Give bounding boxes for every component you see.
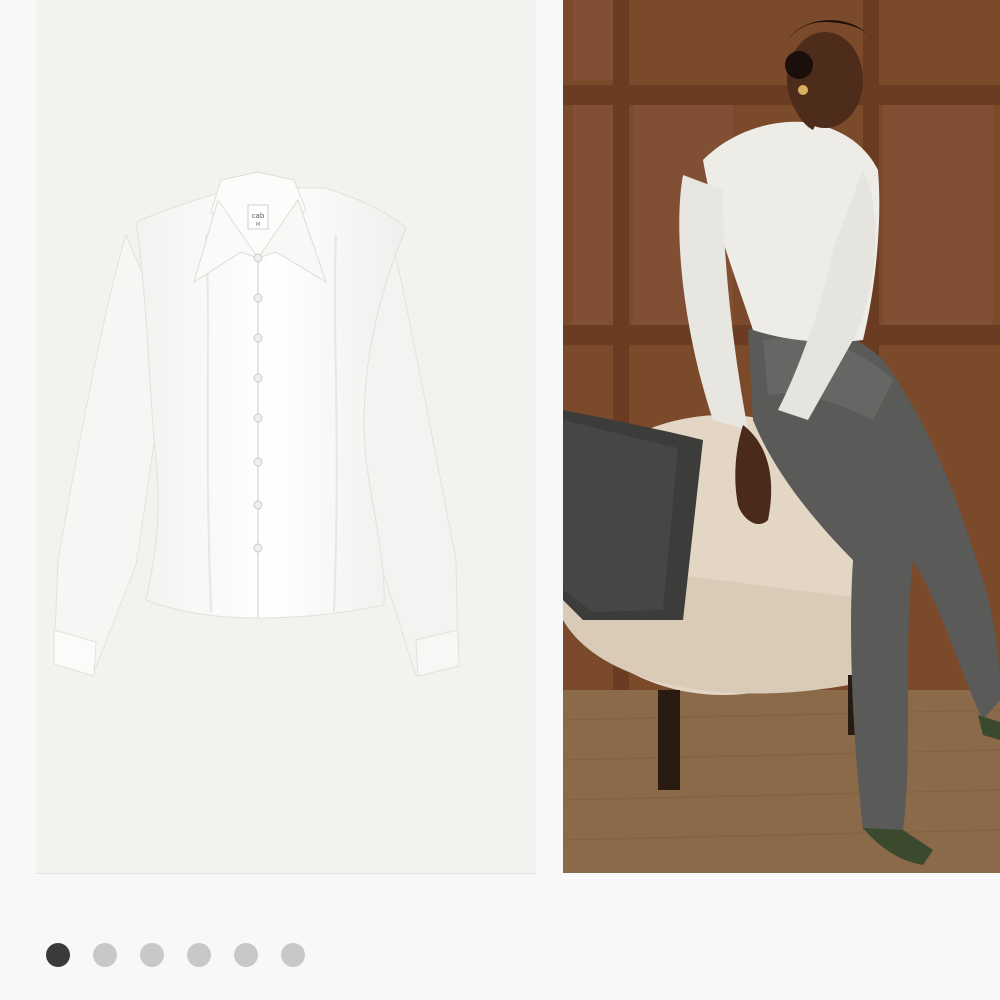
pagination-dot-5[interactable] <box>234 943 258 967</box>
shirt-label-size: M <box>256 222 260 228</box>
product-image-shirt[interactable]: cab M <box>36 0 536 873</box>
pagination-dot-1[interactable] <box>46 943 70 967</box>
pagination-dot-3[interactable] <box>140 943 164 967</box>
pagination-dot-2[interactable] <box>93 943 117 967</box>
carousel-pagination <box>46 943 305 967</box>
shirt-label-brand: cab <box>252 212 265 220</box>
model-image[interactable] <box>563 0 1000 873</box>
pagination-dot-4[interactable] <box>187 943 211 967</box>
model-photo-illustration <box>563 0 1000 873</box>
image-gallery: cab M <box>0 0 1000 875</box>
shirt-illustration: cab M <box>53 171 460 677</box>
pagination-dot-6[interactable] <box>281 943 305 967</box>
